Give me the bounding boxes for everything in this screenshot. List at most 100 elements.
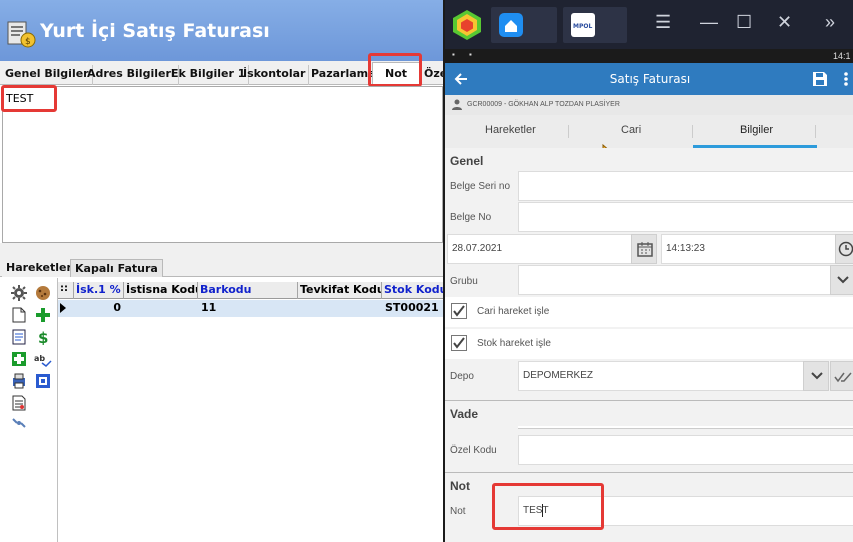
cell-stok[interactable]: ST00021 — [382, 300, 443, 317]
tab-iskontolar[interactable]: İskontolar — [240, 65, 310, 85]
maximize-icon[interactable]: ☐ — [736, 12, 752, 33]
grubu-dropdown-button[interactable] — [830, 265, 853, 295]
settings-icon[interactable] — [10, 284, 28, 302]
add-icon[interactable] — [34, 306, 52, 324]
user-icon — [452, 99, 462, 110]
status-icon-2: ▪ — [469, 50, 472, 59]
emulator-toolbar: MPOL ☰ — ☐ ✕ » — [445, 0, 853, 49]
section-not: Not — [450, 479, 470, 493]
depo-select[interactable]: DEPOMERKEZ — [518, 361, 805, 391]
stok-hareket-row[interactable]: Stok hareket işle — [445, 329, 853, 359]
not-tab-highlight — [368, 53, 422, 87]
tab-ozel[interactable]: Öze — [421, 65, 443, 85]
expand-icon[interactable]: » — [825, 12, 835, 33]
svg-text:$: $ — [25, 37, 31, 47]
emulator-home-tab[interactable] — [491, 7, 557, 43]
screen: $ Yurt İçi Satış Faturası Genel Bilgiler… — [0, 0, 853, 542]
cell-barkod[interactable]: 11 — [198, 300, 298, 317]
minimize-icon[interactable]: — — [700, 12, 718, 33]
window-title: Yurt İçi Satış Faturası — [40, 20, 270, 42]
column-istisna-kodu[interactable]: İstisna Kodu — [124, 282, 198, 299]
chevron-down-icon — [811, 372, 823, 380]
save-icon[interactable] — [812, 71, 828, 87]
grubu-select[interactable] — [518, 265, 853, 295]
ozel-kodu-field[interactable] — [518, 435, 853, 465]
report-icon[interactable] — [10, 394, 28, 412]
new-document-icon[interactable] — [10, 306, 28, 324]
not-label: Not — [450, 506, 466, 517]
not-field-highlight — [492, 483, 604, 530]
cell-tevkifat[interactable] — [298, 300, 382, 317]
document-list-icon[interactable] — [10, 328, 28, 346]
cari-hareket-checkbox[interactable] — [451, 303, 467, 319]
date-field[interactable]: 28.07.2021 — [447, 234, 657, 264]
window-icon[interactable] — [34, 372, 52, 390]
movements-grid: :: İsk.1 % İstisna Kodu Barkodu Tevkifat… — [58, 282, 443, 542]
column-barkodu[interactable]: Barkodu — [198, 282, 298, 299]
cookie-icon[interactable] — [34, 284, 52, 302]
depo-dropdown-button[interactable] — [803, 361, 829, 391]
user-bar: GCR00009 - GÖKHAN ALP TOZDAN PLASİYER — [445, 95, 853, 115]
tab-ek-bilgiler-1[interactable]: Ek Bilgiler 1 — [168, 65, 250, 85]
tab-genel-bilgiler[interactable]: Genel Bilgiler — [2, 65, 93, 85]
more-vert-icon[interactable] — [843, 71, 849, 87]
mobile-tab-bar: Hareketler Cari Bilgiler — [445, 115, 853, 148]
clock-icon — [838, 241, 853, 257]
column-isk1[interactable]: İsk.1 % — [74, 282, 124, 299]
column-tevkifat-kodu[interactable]: Tevkifat Kodu — [298, 282, 382, 299]
time-field[interactable]: 14:13:23 — [661, 234, 853, 264]
mobile-tab-bilgiler[interactable]: Bilgiler — [740, 124, 773, 136]
belge-no-label: Belge No — [450, 212, 492, 223]
section-divider — [445, 400, 853, 401]
depo-label: Depo — [450, 371, 474, 382]
tab-divider — [815, 125, 816, 138]
belge-seri-label: Belge Seri no — [450, 181, 511, 192]
table-row[interactable]: 0 11 ST00021 — [58, 300, 443, 317]
grid-corner[interactable]: :: — [58, 282, 74, 299]
column-stok-kodu[interactable]: Stok Kodu — [382, 282, 443, 299]
cari-hareket-label: Cari hareket işle — [477, 306, 550, 317]
note-textarea[interactable] — [2, 86, 443, 243]
close-icon[interactable]: ✕ — [777, 12, 792, 33]
window-titlebar: $ Yurt İçi Satış Faturası — [0, 0, 443, 61]
android-status-bar: ▪ ▪ 14:1 — [445, 49, 853, 63]
section-genel: Genel — [450, 154, 484, 168]
stok-hareket-label: Stok hareket işle — [477, 338, 551, 349]
calendar-icon — [637, 242, 653, 257]
clock-button[interactable] — [835, 234, 853, 264]
belge-no-field[interactable] — [518, 202, 853, 232]
emulator-window: MPOL ☰ — ☐ ✕ » ▪ ▪ 14:1 Satış Faturası G… — [443, 0, 853, 542]
add-document-icon[interactable] — [10, 350, 28, 368]
tab-kapali-fatura[interactable]: Kapalı Fatura — [70, 259, 163, 277]
cari-hareket-row[interactable]: Cari hareket işle — [445, 297, 853, 327]
belge-seri-field[interactable] — [518, 171, 853, 201]
cell-istisna[interactable] — [124, 300, 198, 317]
grid-header: :: İsk.1 % İstisna Kodu Barkodu Tevkifat… — [58, 282, 443, 299]
status-icon-1: ▪ — [452, 50, 455, 59]
mobile-app-bar: Satış Faturası — [445, 63, 853, 95]
ozel-kodu-label: Özel Kodu — [450, 445, 497, 456]
emulator-app-tab[interactable]: MPOL — [563, 7, 627, 43]
menu-icon[interactable]: ☰ — [655, 12, 671, 33]
status-time: 14:1 — [833, 51, 851, 61]
depo-confirm-button[interactable] — [830, 361, 853, 391]
svg-text:$: $ — [38, 329, 48, 345]
mobile-title: Satış Faturası — [609, 72, 691, 86]
cell-isk1[interactable]: 0 — [74, 300, 124, 317]
mobile-tab-hareketler[interactable]: Hareketler — [485, 124, 536, 136]
section-vade: Vade — [450, 407, 479, 421]
dollar-icon[interactable]: $ — [34, 328, 52, 346]
splitter[interactable] — [0, 243, 443, 257]
home-icon — [499, 13, 523, 37]
mobile-tab-cari[interactable]: Cari — [621, 124, 641, 136]
bluestacks-logo-icon — [453, 10, 481, 40]
print-icon[interactable] — [10, 372, 28, 390]
stok-hareket-checkbox[interactable] — [451, 335, 467, 351]
tab-divider — [568, 125, 569, 138]
tab-hareketler[interactable]: Hareketler — [2, 259, 76, 277]
calendar-button[interactable] — [631, 234, 657, 264]
tab-adres-bilgileri[interactable]: Adres Bilgileri — [84, 65, 179, 85]
link-icon[interactable] — [10, 414, 28, 432]
check-icon — [453, 337, 465, 349]
abc-icon[interactable]: ab — [34, 350, 52, 368]
